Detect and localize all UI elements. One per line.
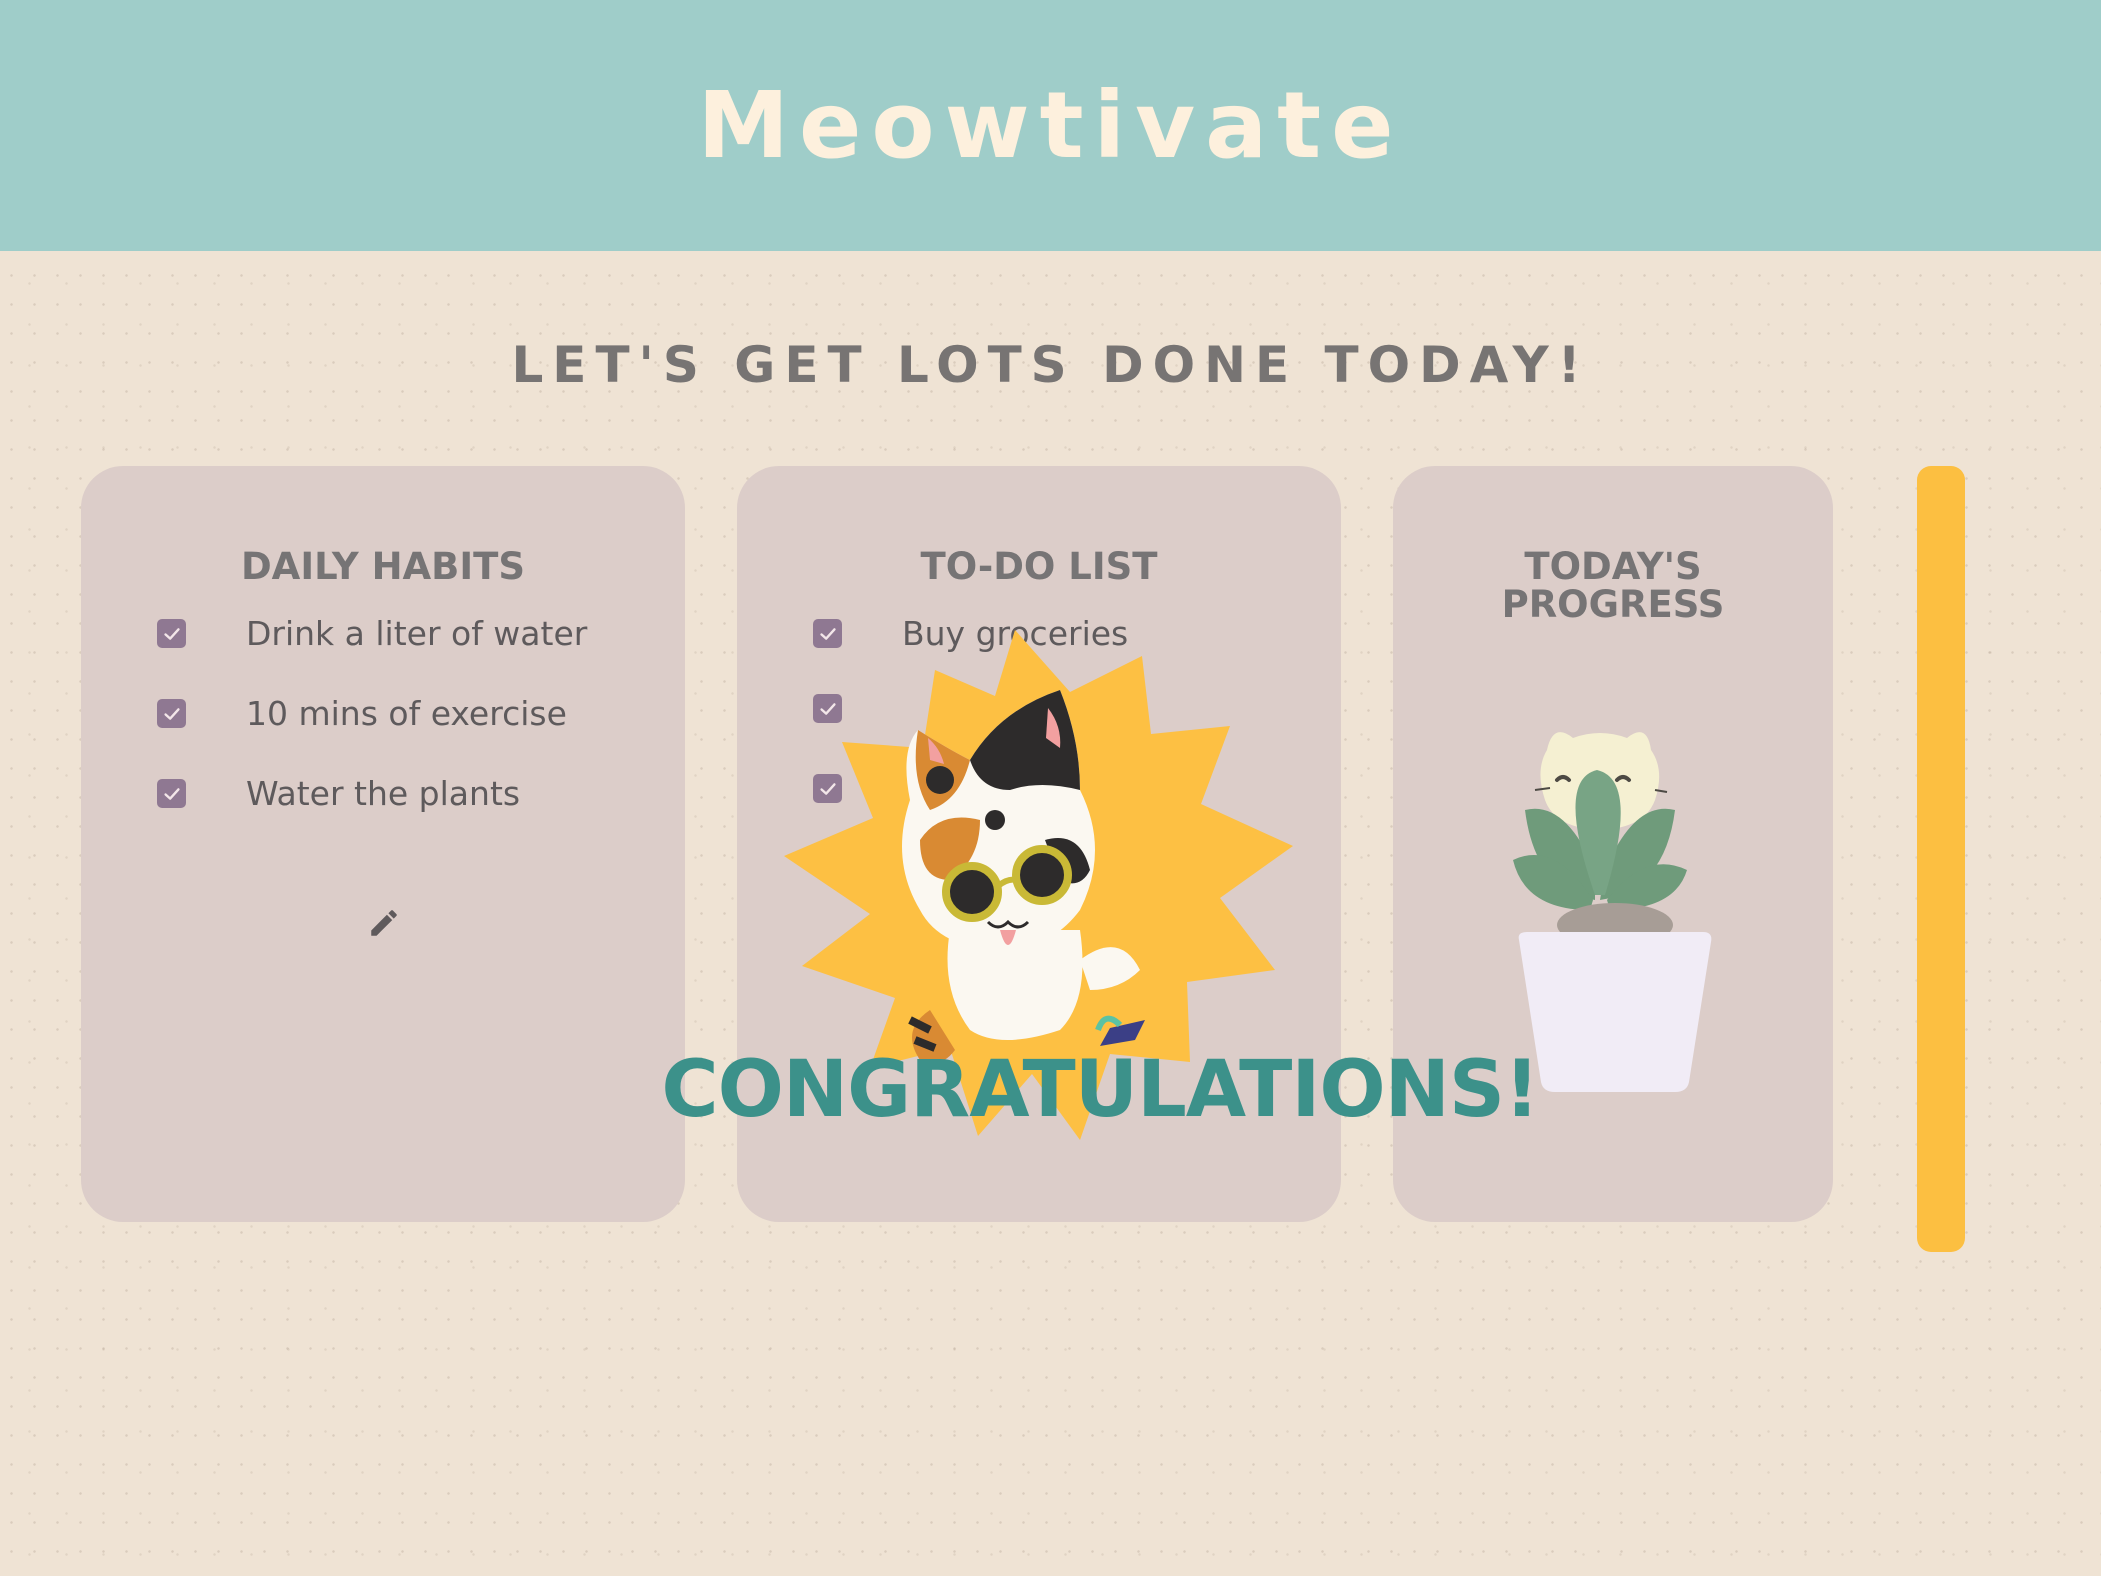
progress-bar xyxy=(1917,466,1965,1252)
habit-item[interactable]: Drink a liter of water xyxy=(157,614,587,653)
app-header: Meowtivate xyxy=(0,0,2101,251)
checkbox-checked-icon[interactable] xyxy=(157,619,186,648)
checkbox-checked-icon[interactable] xyxy=(157,699,186,728)
checkbox-checked-icon[interactable] xyxy=(157,779,186,808)
progress-title: TODAY'S PROGRESS xyxy=(1393,548,1833,624)
habit-item[interactable]: Water the plants xyxy=(157,774,520,813)
todo-list-title: TO-DO LIST xyxy=(920,545,1158,588)
page-tagline: LET'S GET LOTS DONE TODAY! xyxy=(511,336,1590,394)
progress-title-line2: PROGRESS xyxy=(1501,583,1725,626)
habit-label: 10 mins of exercise xyxy=(246,694,567,733)
progress-title-line1: TODAY'S xyxy=(1524,545,1702,588)
app-title: Meowtivate xyxy=(697,72,1404,179)
congratulations-message: CONGRATULATIONS! xyxy=(661,1045,1539,1135)
cat-plant-icon xyxy=(1513,732,1712,1092)
habit-label: Water the plants xyxy=(246,774,521,813)
pencil-icon[interactable] xyxy=(367,906,401,940)
daily-habits-title: DAILY HABITS xyxy=(240,545,526,588)
habit-item[interactable]: 10 mins of exercise xyxy=(157,694,567,733)
daily-habits-card: DAILY HABITS Drink a liter of water 10 m… xyxy=(81,466,685,1222)
habit-label: Drink a liter of water xyxy=(246,614,588,653)
